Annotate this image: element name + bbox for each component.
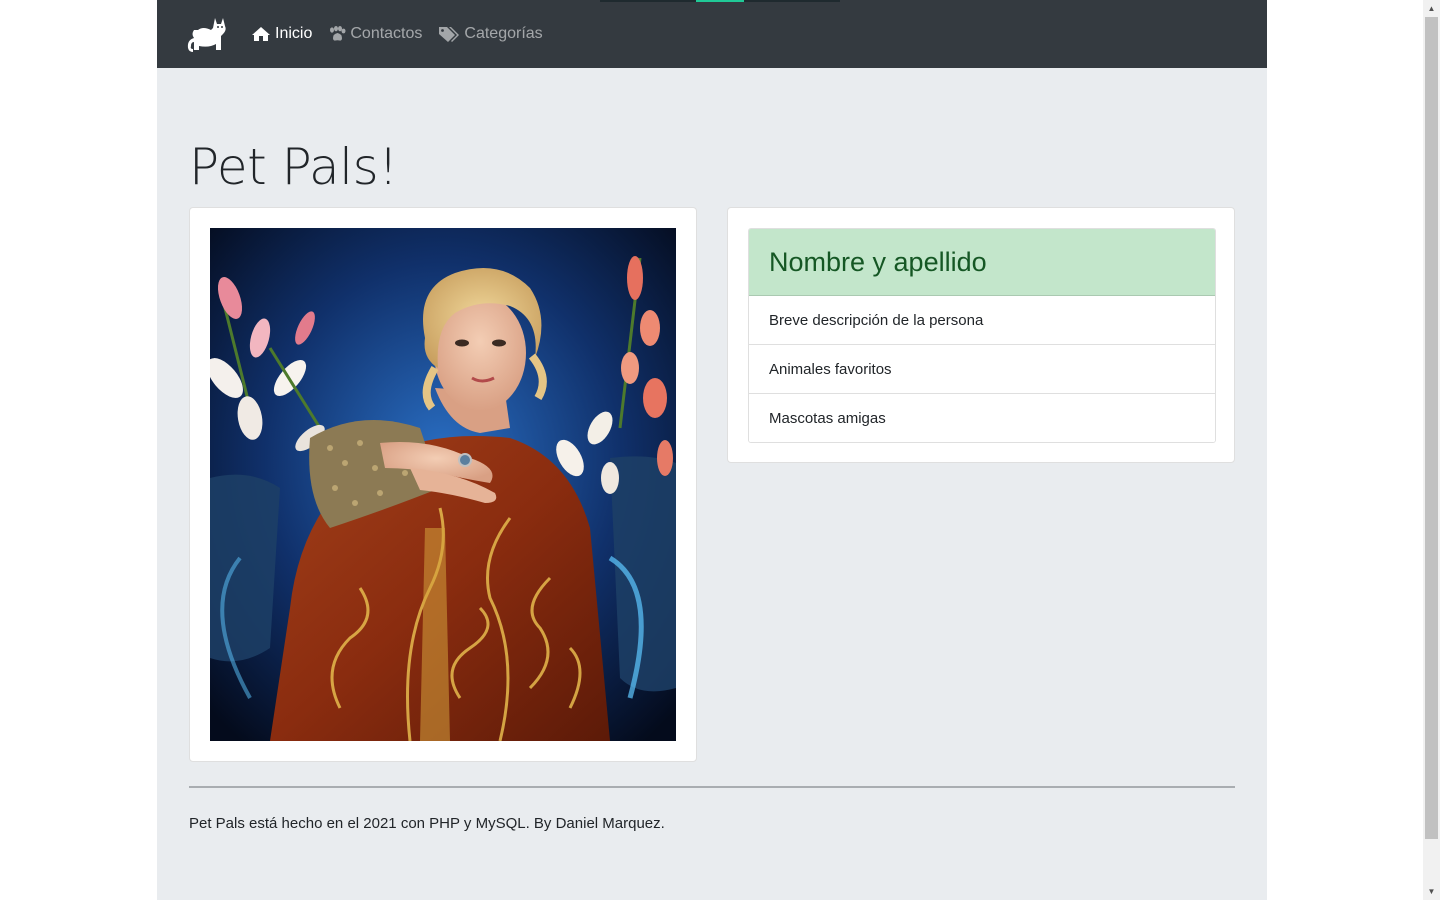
profile-info-card: Nombre y apellido Breve descripción de l… (727, 207, 1235, 463)
nav-item-inicio[interactable]: Inicio (251, 25, 312, 43)
nav-item-label: Inicio (275, 25, 313, 42)
cat-logo-icon[interactable] (185, 14, 229, 54)
list-item-description: Breve descripción de la persona (749, 296, 1215, 345)
list-item-favorite-animals: Animales favoritos (749, 345, 1215, 394)
tags-icon (438, 26, 460, 42)
scroll-down-arrow-icon[interactable]: ▼ (1423, 883, 1440, 900)
navbar: Inicio Contactos Categorías (157, 0, 1267, 68)
top-strip-accent (696, 0, 744, 2)
nav-menu: Inicio Contactos Categorías (251, 0, 559, 68)
scroll-thumb[interactable] (1425, 17, 1438, 839)
footer-divider (189, 786, 1235, 788)
profile-details-list: Nombre y apellido Breve descripción de l… (748, 228, 1216, 443)
photo-card (189, 207, 697, 762)
top-strip (744, 0, 840, 2)
page-container: Inicio Contactos Categorías Pet Pals! No… (157, 0, 1267, 900)
scroll-up-arrow-icon[interactable]: ▲ (1423, 0, 1440, 17)
profile-name-header: Nombre y apellido (749, 229, 1215, 296)
page-title: Pet Pals! (189, 138, 398, 196)
nav-item-label: Contactos (350, 25, 423, 42)
footer-text: Pet Pals está hecho en el 2021 con PHP y… (189, 815, 665, 832)
paw-icon (328, 26, 346, 42)
home-icon (251, 26, 271, 42)
nav-item-label: Categorías (464, 25, 543, 42)
vertical-scrollbar[interactable]: ▲ ▼ (1423, 0, 1440, 900)
nav-item-contactos[interactable]: Contactos (328, 25, 422, 43)
list-item-pet-friends: Mascotas amigas (749, 394, 1215, 442)
top-strip (600, 0, 696, 2)
nav-item-categorias[interactable]: Categorías (438, 25, 543, 43)
profile-photo (210, 228, 676, 741)
